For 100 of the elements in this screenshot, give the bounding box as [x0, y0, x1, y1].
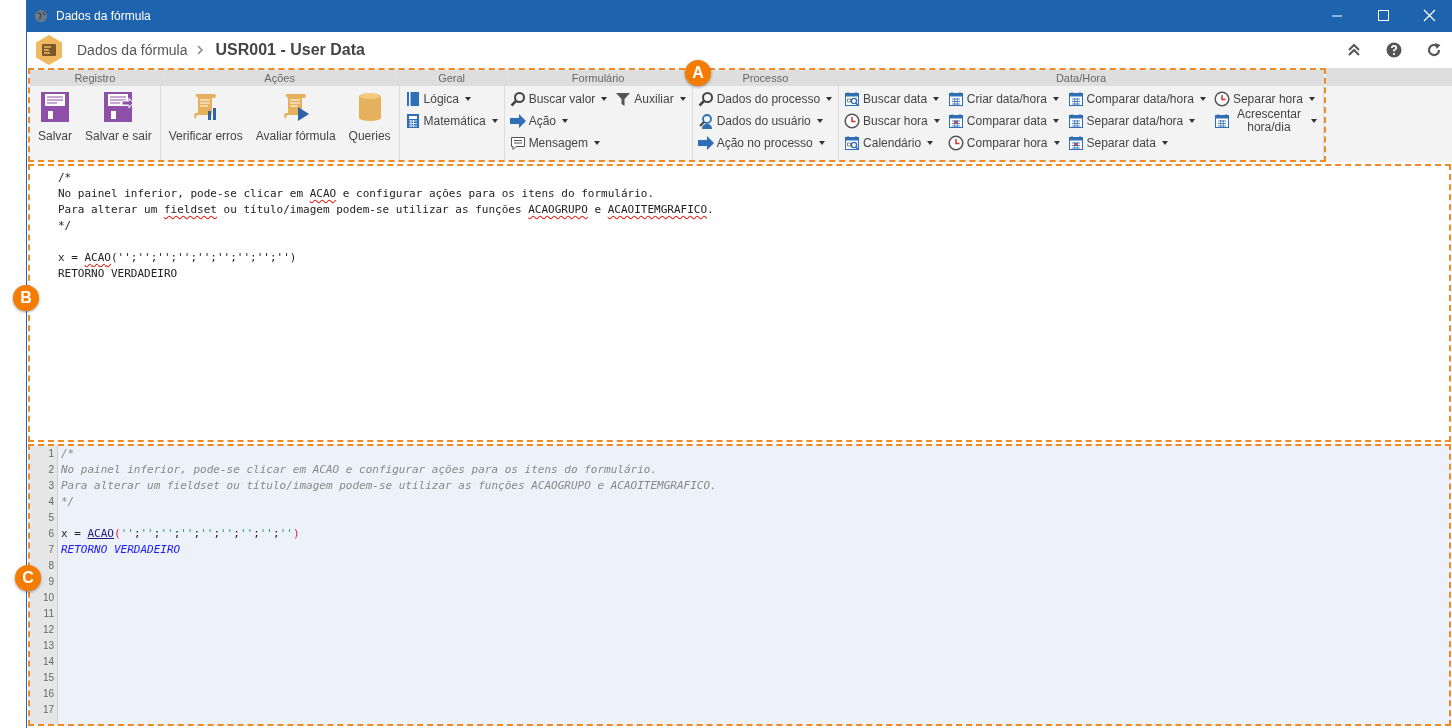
group-title: Data/Hora [839, 70, 1323, 86]
ribbon-button[interactable]: Avaliar fórmula [251, 88, 340, 146]
window-title: Dados da fórmula [56, 9, 151, 23]
calendar-icon [947, 113, 964, 129]
line-number: 13 [42, 639, 54, 653]
ribbon-menu-button[interactable]: Auxiliar [614, 88, 688, 110]
line-number: 10 [42, 591, 54, 605]
calendar-icon [1067, 135, 1084, 151]
caret-icon [464, 97, 471, 101]
ribbon-menu-button[interactable]: Ação [508, 110, 610, 132]
form-hexagon-icon [33, 34, 65, 66]
arrow-icon [697, 135, 714, 151]
line-number: 8 [48, 559, 54, 573]
calendar-icon [1067, 113, 1084, 129]
ribbon-menu-button[interactable]: Lógica [403, 88, 500, 110]
ribbon-menu-button[interactable]: Ação no processo [696, 132, 835, 154]
code-line: x = ACAO('';'';'';'';'';'';'';'';'') [61, 527, 300, 540]
collapse-icon[interactable] [1346, 42, 1362, 58]
line-number: 5 [48, 511, 54, 525]
ribbon-menu-button[interactable]: Dados do usuário [696, 110, 835, 132]
refresh-icon[interactable] [1426, 42, 1442, 58]
ribbon-menu-button[interactable]: Buscar hora [843, 110, 942, 132]
ribbon-menu-button[interactable]: Comparar data [946, 110, 1062, 132]
ribbon-menu-button[interactable]: Separar data [1066, 132, 1208, 154]
ribbon-menu-button[interactable]: Separar hora [1212, 88, 1319, 110]
calendar-icon [1213, 113, 1230, 129]
code-line: Para alterar um fieldset ou título/imagem podem-se utilizar as funções ACAOGRUPO e ACAOITEMGRAFICO. [58, 203, 714, 216]
line-number: 16 [42, 687, 54, 701]
code-line: */ [61, 495, 75, 508]
help-icon[interactable] [1386, 42, 1402, 58]
calendar-search-icon [844, 135, 861, 151]
code-line: Para alterar um fieldset ou título/imagem podem-se utilizar as funções ACAOGRUPO e ACAOITEMGRAFICO. [61, 479, 717, 492]
line-number: 12 [42, 623, 54, 637]
calculator-icon [404, 113, 421, 129]
ribbon-menu-button[interactable]: Criar data/hora [946, 88, 1062, 110]
caret-icon [927, 141, 934, 145]
caret-icon [816, 119, 823, 123]
user-search-icon [697, 113, 714, 129]
code-line: No painel inferior, pode-se clicar em ACAO e configurar ações para os itens do formulário. [61, 463, 658, 476]
line-number: 6 [48, 527, 54, 541]
ribbon-menu-button[interactable]: Dados do processo [696, 88, 835, 110]
book-icon [404, 91, 421, 107]
caret-icon [1308, 97, 1315, 101]
code-line: RETORNO VERDADEIRO [58, 267, 178, 280]
line-number: 15 [42, 671, 54, 685]
code-line: /* [58, 171, 72, 184]
ribbon-menu-button[interactable]: Comparar hora [946, 132, 1062, 154]
page-title: USR001 - User Data [215, 41, 365, 59]
funnel-icon [615, 91, 632, 107]
line-number: 3 [48, 479, 54, 493]
search-icon [509, 91, 526, 107]
arrow-icon [509, 113, 526, 129]
ribbon-menu-button[interactable]: Calendário [843, 132, 942, 154]
line-number: 17 [42, 703, 54, 717]
line-number: 2 [48, 463, 54, 477]
code-line: x = ACAO('';'';'';'';'';'';'';'';'') [58, 251, 297, 264]
search-icon [697, 91, 714, 107]
ribbon-menu-button[interactable]: Separar data/hora [1066, 110, 1208, 132]
code-line: /* [61, 447, 75, 460]
line-number: 4 [48, 495, 54, 509]
code-line: */ [58, 219, 72, 232]
calendar-icon [947, 91, 964, 107]
calendar-search-icon [844, 91, 861, 107]
caret-icon [679, 97, 686, 101]
caret-icon [933, 119, 940, 123]
line-number: 11 [43, 607, 54, 621]
line-number: 14 [42, 655, 54, 669]
clock-icon [1213, 91, 1230, 107]
line-number: 9 [48, 575, 54, 589]
caret-icon [1161, 141, 1168, 145]
caret-icon [562, 119, 568, 123]
group-title: Registro [30, 70, 160, 86]
ribbon-menu-button[interactable]: Buscar valor [508, 88, 610, 110]
caret-icon [594, 141, 600, 145]
caret-icon [1052, 119, 1059, 123]
ribbon-button[interactable]: Salvar [34, 88, 76, 146]
caret-icon [601, 97, 608, 101]
caret-icon [1310, 119, 1317, 123]
ribbon-menu-button[interactable]: Comparar data/hora [1066, 88, 1208, 110]
callout-badge: C [15, 565, 41, 591]
ribbon-button[interactable]: Verificar erros [164, 88, 247, 146]
caret-icon [491, 119, 498, 123]
code-line: RETORNO VERDADEIRO [61, 543, 181, 556]
line-number: 1 [48, 447, 54, 461]
chevron-right-icon [195, 45, 204, 55]
caret-icon [933, 97, 940, 101]
group-title: Formulário [504, 70, 692, 86]
breadcrumb-link[interactable]: Dados da fórmula [77, 42, 188, 58]
ribbon-menu-button[interactable]: Matemática [403, 110, 500, 132]
caret-icon [1053, 141, 1060, 145]
clock-icon [947, 135, 964, 151]
ribbon-menu-button[interactable]: Buscar data [843, 88, 942, 110]
calendar-icon [1067, 91, 1084, 107]
globe-icon [34, 9, 48, 23]
ribbon-menu-button[interactable]: Mensagem [508, 132, 610, 154]
group-title: Geral [399, 70, 504, 86]
ribbon-button[interactable]: Queries [344, 88, 395, 146]
ribbon-menu-button[interactable]: Acrescentar hora/dia [1212, 110, 1319, 132]
ribbon-button[interactable]: Salvar e sair [81, 88, 156, 146]
line-number: 7 [48, 543, 54, 557]
